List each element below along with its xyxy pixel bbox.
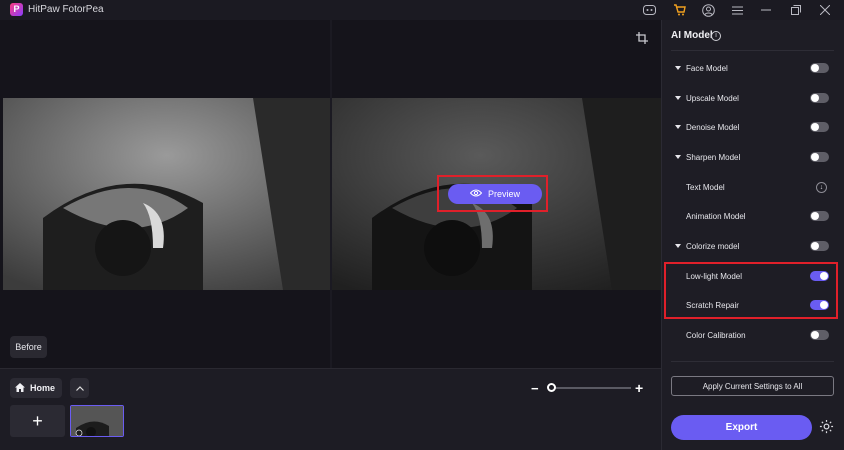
app-logo-icon: P (10, 3, 23, 16)
panel-divider-bottom (671, 361, 834, 362)
model-row[interactable]: Face Model (671, 58, 834, 78)
gear-icon[interactable] (818, 419, 834, 435)
chevron-up-icon (75, 383, 84, 393)
caret-down-icon[interactable] (675, 96, 681, 100)
menu-icon[interactable] (729, 2, 745, 18)
toggle-knob (811, 153, 819, 161)
panel-divider (671, 50, 834, 51)
zoom-in-button[interactable]: + (635, 380, 643, 396)
zoom-slider[interactable] (549, 387, 631, 389)
image-thumbnail[interactable] (70, 405, 124, 437)
model-toggle[interactable] (810, 241, 829, 251)
caret-down-icon[interactable] (675, 66, 681, 70)
model-toggle[interactable] (810, 211, 829, 221)
model-toggle[interactable] (810, 330, 829, 340)
discord-icon[interactable] (641, 2, 657, 18)
model-row[interactable]: Color Calibration (671, 325, 834, 345)
minimize-icon[interactable] (758, 2, 774, 18)
before-button[interactable]: Before (10, 336, 47, 358)
account-icon[interactable] (700, 2, 716, 18)
toggle-knob (811, 94, 819, 102)
highlight-box-models (664, 262, 838, 319)
collapse-button[interactable] (70, 378, 89, 398)
model-label: Animation Model (686, 211, 746, 221)
preview-button[interactable]: Preview (448, 184, 542, 204)
restore-icon[interactable] (788, 2, 804, 18)
model-toggle[interactable] (810, 152, 829, 162)
caret-down-icon[interactable] (675, 125, 681, 129)
caret-down-icon[interactable] (675, 244, 681, 248)
zoom-slider-handle[interactable] (547, 383, 556, 392)
home-label: Home (30, 383, 56, 393)
toggle-knob (811, 212, 819, 220)
model-label: Upscale Model (686, 93, 739, 103)
crop-icon[interactable] (636, 32, 650, 46)
eye-icon (469, 189, 483, 199)
zoom-out-button[interactable]: − (531, 381, 539, 396)
caret-down-icon[interactable] (675, 155, 681, 159)
app-window: P HitPaw FotorPea Preview Before Home − … (0, 0, 844, 450)
apply-settings-button[interactable]: Apply Current Settings to All (671, 376, 834, 396)
toggle-knob (811, 123, 819, 131)
model-row[interactable]: Colorize model (671, 236, 834, 256)
model-row[interactable]: Animation Model (671, 206, 834, 226)
home-icon (15, 382, 25, 394)
panel-title: AI Model (671, 30, 713, 41)
toggle-knob (811, 242, 819, 250)
toggle-knob (811, 331, 819, 339)
home-button[interactable]: Home (10, 378, 62, 398)
download-icon[interactable]: ↓ (816, 181, 827, 193)
model-row[interactable]: Denoise Model (671, 117, 834, 137)
toggle-knob (811, 64, 819, 72)
model-row[interactable]: Sharpen Model (671, 147, 834, 167)
model-toggle[interactable] (810, 122, 829, 132)
export-button[interactable]: Export (671, 415, 812, 440)
model-label: Text Model (686, 182, 725, 192)
preview-label: Preview (487, 189, 520, 199)
model-label: Denoise Model (686, 122, 740, 132)
cart-icon[interactable] (671, 2, 687, 18)
model-toggle[interactable] (810, 93, 829, 103)
model-label: Colorize model (686, 241, 740, 251)
close-icon[interactable] (817, 2, 833, 18)
model-toggle[interactable] (810, 63, 829, 73)
model-label: Sharpen Model (686, 152, 741, 162)
info-icon[interactable]: i (711, 31, 721, 41)
model-row[interactable]: Text Model ↓ (671, 177, 834, 197)
model-label: Color Calibration (686, 330, 746, 340)
app-title: HitPaw FotorPea (28, 4, 104, 15)
before-image (3, 98, 330, 290)
add-image-button[interactable]: + (10, 405, 65, 437)
model-row[interactable]: Upscale Model (671, 88, 834, 108)
title-bar: P HitPaw FotorPea (0, 0, 844, 20)
model-label: Face Model (686, 63, 728, 73)
